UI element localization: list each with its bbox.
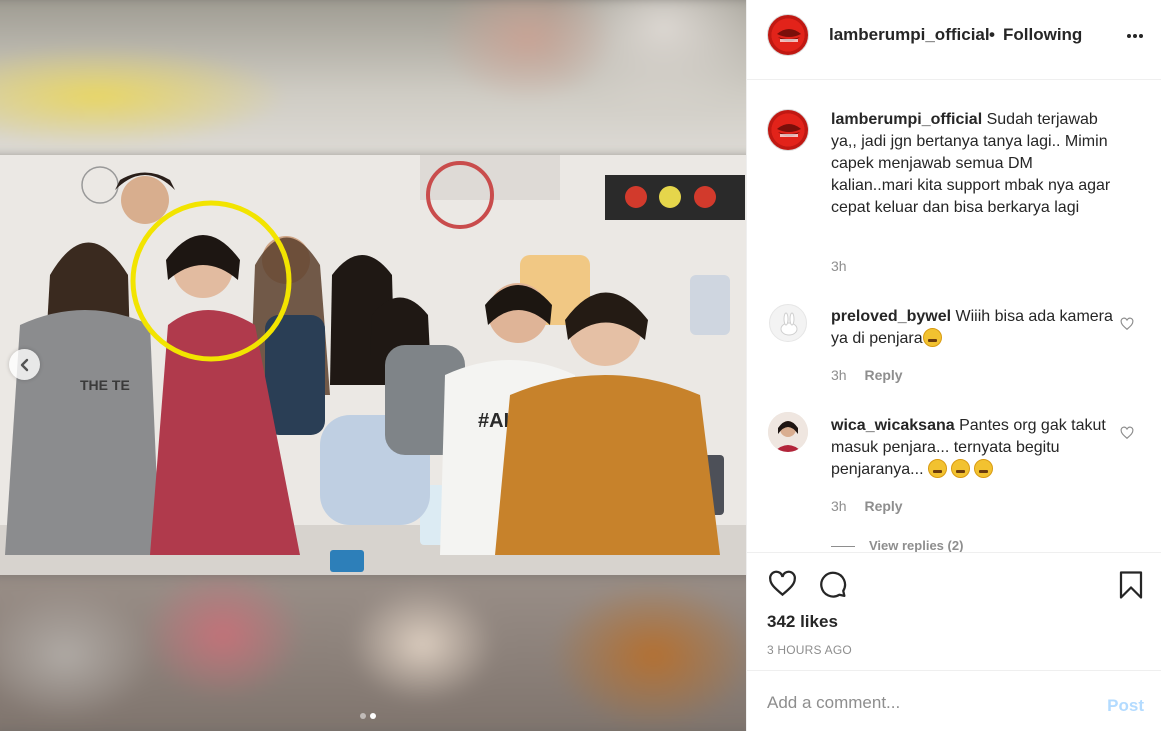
grinning-face-icon — [922, 328, 942, 347]
bunny-avatar-icon — [780, 312, 798, 336]
separator-dot: • — [989, 25, 995, 44]
laughing-face-icon — [950, 459, 970, 478]
group-photo-illustration: THE TE #AI — [0, 155, 746, 575]
carousel-indicator — [360, 713, 376, 719]
commenter-avatar[interactable] — [769, 304, 807, 342]
follow-status-button[interactable]: Following — [1003, 25, 1082, 45]
blurred-backdrop-bottom — [0, 571, 746, 731]
comment: wica_wicaksana Pantes org gak takut masu… — [831, 415, 1116, 481]
comment-timestamp[interactable]: 3h — [831, 498, 847, 514]
heart-outline-icon[interactable] — [767, 569, 798, 599]
likes-count[interactable]: 342 likes — [767, 612, 838, 632]
commenter-avatar[interactable] — [768, 412, 808, 452]
lips-logo-icon — [777, 124, 801, 137]
view-replies-line — [831, 546, 855, 548]
view-replies-label: View replies (2) — [869, 538, 964, 552]
lips-logo-icon — [777, 29, 801, 42]
comments-list[interactable]: lamberumpi_official Sudah terjawab ya,, … — [747, 80, 1161, 552]
caption-username[interactable]: lamberumpi_official — [831, 111, 982, 128]
laughing-face-icon — [973, 459, 993, 478]
comment-input[interactable] — [767, 691, 1087, 715]
bookmark-icon[interactable] — [1116, 569, 1146, 601]
post-media: THE TE #AI — [0, 0, 746, 731]
view-replies-button[interactable]: View replies (2) — [831, 538, 963, 552]
comment-username[interactable]: preloved_bywel — [831, 308, 951, 325]
comment-like-heart-icon[interactable] — [1120, 426, 1134, 440]
author-username[interactable]: lamberumpi_official — [829, 25, 990, 45]
caption-meta: 3h — [831, 258, 847, 274]
comment-like-heart-icon[interactable] — [1120, 317, 1134, 331]
profile-photo-icon — [768, 412, 808, 452]
speech-bubble-icon[interactable] — [817, 569, 848, 599]
chevron-left-icon — [20, 358, 28, 371]
comment-meta: 3h Reply — [831, 367, 903, 383]
post-photo[interactable]: THE TE #AI — [0, 155, 746, 575]
carousel-dot — [360, 713, 366, 719]
reply-button[interactable]: Reply — [864, 367, 902, 383]
comment: preloved_bywel Wiiih bisa ada kamera ya … — [831, 306, 1116, 350]
post-timestamp[interactable]: 3 HOURS AGO — [767, 643, 852, 657]
post-comment-button[interactable]: Post — [1107, 696, 1144, 716]
svg-text:THE TE: THE TE — [80, 377, 130, 393]
post-sidebar: lamberumpi_official • Following lamberum… — [746, 0, 1161, 731]
comment-timestamp[interactable]: 3h — [831, 367, 847, 383]
author-avatar[interactable] — [767, 14, 809, 56]
carousel-prev-button[interactable] — [9, 349, 40, 380]
caption-timestamp[interactable]: 3h — [831, 258, 847, 274]
blurred-backdrop-top — [0, 0, 746, 159]
laughing-face-icon — [927, 459, 947, 478]
post-header: lamberumpi_official • Following — [747, 0, 1161, 80]
post-actions: 342 likes 3 HOURS AGO — [747, 552, 1161, 670]
add-comment-bar: Post — [747, 670, 1161, 731]
carousel-dot-active — [370, 713, 376, 719]
more-horizontal-icon[interactable] — [1126, 27, 1144, 45]
comment-username[interactable]: wica_wicaksana — [831, 417, 955, 434]
svg-text:#AI: #AI — [478, 410, 509, 432]
comment-meta: 3h Reply — [831, 498, 903, 514]
caption: lamberumpi_official Sudah terjawab ya,, … — [831, 109, 1116, 219]
caption-author-avatar[interactable] — [767, 109, 809, 151]
reply-button[interactable]: Reply — [864, 498, 902, 514]
